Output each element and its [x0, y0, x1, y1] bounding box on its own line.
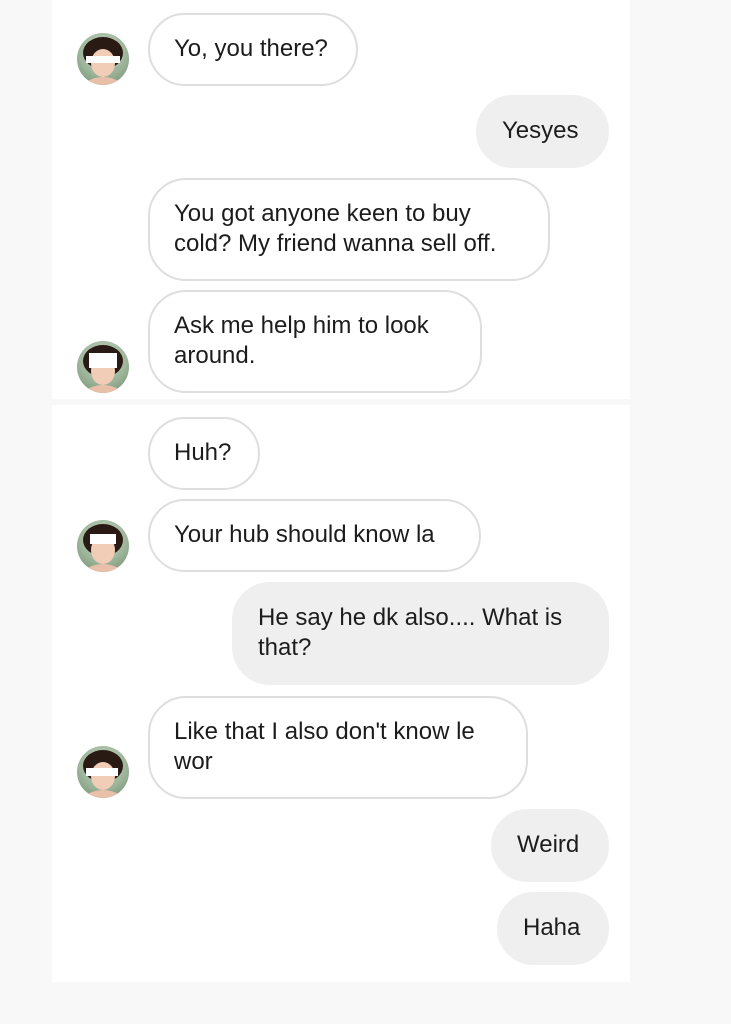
- incoming-message-bubble[interactable]: Your hub should know la: [148, 499, 481, 572]
- outgoing-message-bubble[interactable]: He say he dk also.... What is that?: [232, 582, 609, 685]
- outgoing-message-bubble[interactable]: Yesyes: [476, 95, 609, 168]
- incoming-message-bubble[interactable]: You got anyone keen to buy cold? My frie…: [148, 178, 550, 281]
- contact-avatar[interactable]: [77, 520, 129, 572]
- contact-avatar[interactable]: [77, 341, 129, 393]
- avatar-photo-icon: [81, 37, 125, 85]
- avatar-photo-icon: [81, 524, 125, 572]
- contact-avatar[interactable]: [77, 33, 129, 85]
- outgoing-message-bubble[interactable]: Haha: [497, 892, 609, 965]
- incoming-message-bubble[interactable]: Yo, you there?: [148, 13, 358, 86]
- redaction-bar: [89, 353, 117, 368]
- incoming-message-bubble[interactable]: Huh?: [148, 417, 260, 490]
- outgoing-message-bubble[interactable]: Weird: [491, 809, 609, 882]
- incoming-message-bubble[interactable]: Like that I also don't know le wor: [148, 696, 528, 799]
- redaction-bar: [86, 768, 118, 776]
- contact-avatar[interactable]: [77, 746, 129, 798]
- avatar-photo-icon: [81, 750, 125, 798]
- avatar-photo-icon: [81, 345, 125, 393]
- incoming-message-bubble[interactable]: Ask me help him to look around.: [148, 290, 482, 393]
- redaction-bar: [90, 534, 116, 544]
- redaction-bar: [86, 56, 120, 63]
